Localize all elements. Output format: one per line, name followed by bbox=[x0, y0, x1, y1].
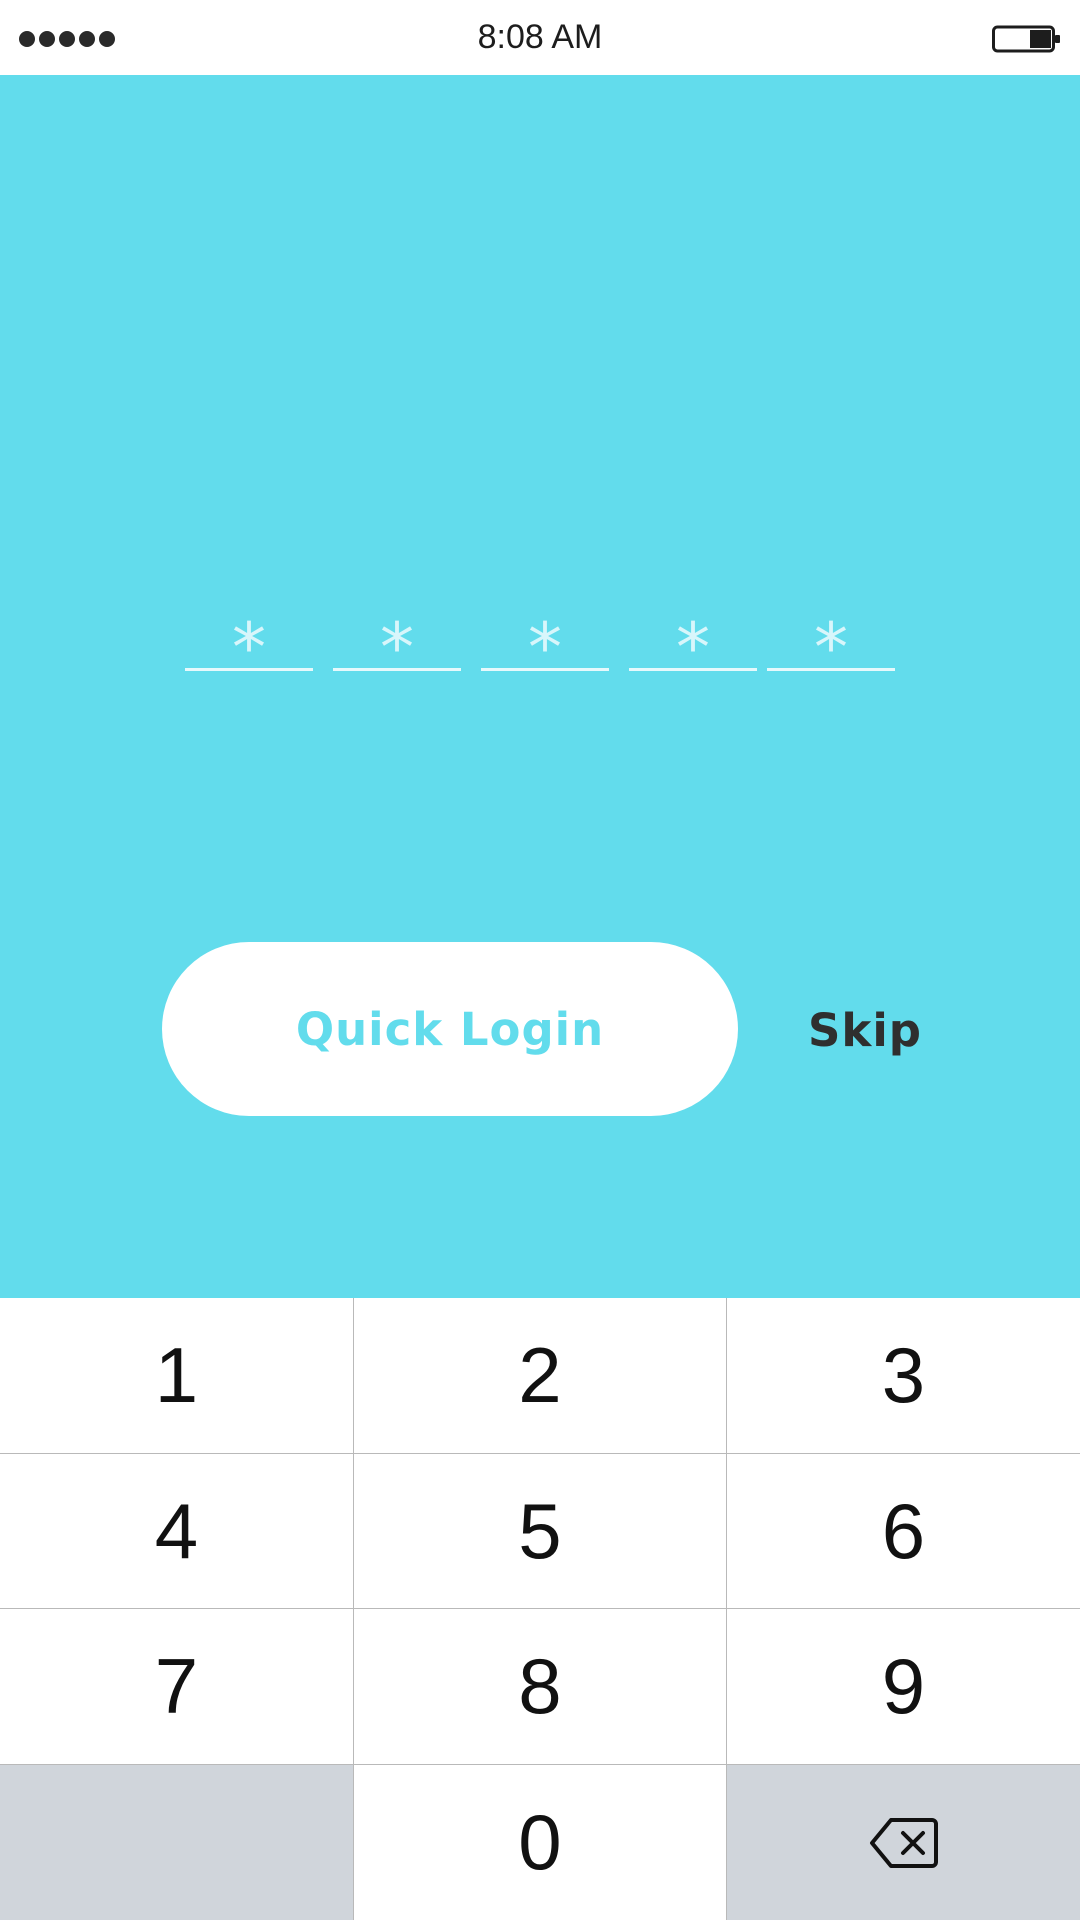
pin-digit: * bbox=[528, 615, 562, 671]
login-panel: * * * * * Quick Login Skip bbox=[0, 75, 1080, 1298]
backspace-icon bbox=[869, 1817, 938, 1868]
key-9[interactable]: 9 bbox=[727, 1609, 1080, 1765]
pin-digit: * bbox=[380, 615, 414, 671]
key-0[interactable]: 0 bbox=[354, 1765, 727, 1920]
key-1[interactable]: 1 bbox=[0, 1298, 354, 1454]
key-2[interactable]: 2 bbox=[354, 1298, 727, 1454]
key-3[interactable]: 3 bbox=[727, 1298, 1080, 1454]
status-time: 8:08 AM bbox=[477, 18, 603, 56]
pin-digit-slot: * bbox=[333, 615, 461, 671]
pin-digit: * bbox=[232, 615, 266, 671]
key-4[interactable]: 4 bbox=[0, 1454, 354, 1609]
battery-icon bbox=[992, 25, 1060, 53]
status-bar: 8:08 AM bbox=[0, 0, 1080, 75]
pin-digit-slot: * bbox=[767, 615, 895, 671]
key-8[interactable]: 8 bbox=[354, 1609, 727, 1765]
numeric-keypad: 1 2 3 4 5 6 7 8 9 0 bbox=[0, 1298, 1080, 1920]
quick-login-button[interactable]: Quick Login bbox=[162, 942, 738, 1116]
pin-digit-slot: * bbox=[481, 615, 609, 671]
pin-digit-slot: * bbox=[629, 615, 757, 671]
skip-button[interactable]: Skip bbox=[790, 990, 940, 1070]
pin-digit-slot: * bbox=[185, 615, 313, 671]
key-6[interactable]: 6 bbox=[727, 1454, 1080, 1609]
pin-digit: * bbox=[676, 615, 710, 671]
backspace-key[interactable] bbox=[727, 1765, 1080, 1920]
key-blank bbox=[0, 1765, 354, 1920]
pin-digit: * bbox=[814, 615, 848, 671]
key-5[interactable]: 5 bbox=[354, 1454, 727, 1609]
key-7[interactable]: 7 bbox=[0, 1609, 354, 1765]
